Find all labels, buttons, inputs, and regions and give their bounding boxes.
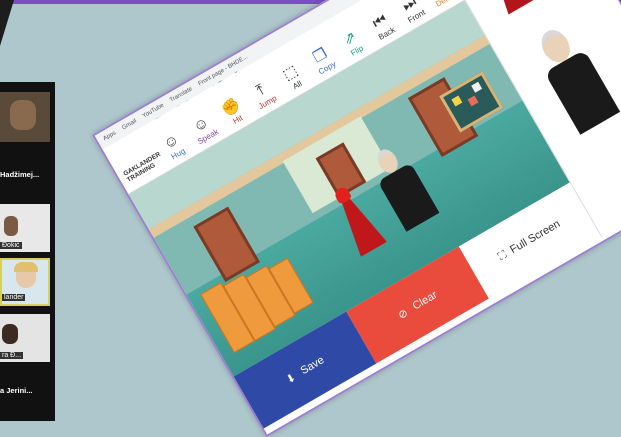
participants-panel: Hadžimej... Đokić lander ra Đ... a Jerin… — [0, 82, 55, 421]
red-dress-puppet[interactable] — [326, 181, 387, 257]
participant-name: a Jerini... — [0, 386, 33, 395]
participant-video-tile[interactable]: ra Đ... — [0, 314, 50, 362]
red-dress-puppet-thumbnail[interactable] — [471, 0, 545, 15]
fullscreen-icon: ⛶ — [496, 248, 509, 263]
participant-caption: Đokić — [0, 242, 22, 249]
clear-label: Clear — [410, 288, 440, 313]
professor-puppet[interactable] — [365, 141, 440, 232]
participant-video-tile[interactable] — [0, 92, 50, 142]
participant-name: Hadžimej... — [0, 170, 40, 179]
classroom-door — [193, 206, 261, 283]
bookmark-item[interactable]: Apps — [102, 130, 117, 142]
prohibit-icon: ⊘ — [396, 306, 410, 322]
puppet-app-window: Apps Gmail YouTube Translate Front page … — [92, 0, 621, 437]
participant-video-tile[interactable]: Đokić — [0, 204, 50, 252]
participant-caption: lander — [2, 294, 26, 301]
participant-video-tile-active[interactable]: lander — [0, 258, 50, 306]
sticky-note — [451, 95, 463, 107]
select-all-label: All — [291, 78, 304, 92]
download-icon: ⬇ — [283, 371, 298, 387]
sticky-note — [471, 81, 483, 93]
save-label: Save — [298, 354, 327, 378]
corner-shadow — [0, 0, 14, 46]
participant-caption: ra Đ... — [0, 352, 24, 359]
professor-puppet-thumbnail[interactable] — [527, 20, 621, 135]
sticky-note — [467, 95, 479, 107]
fullscreen-label: Full Screen — [508, 217, 563, 257]
